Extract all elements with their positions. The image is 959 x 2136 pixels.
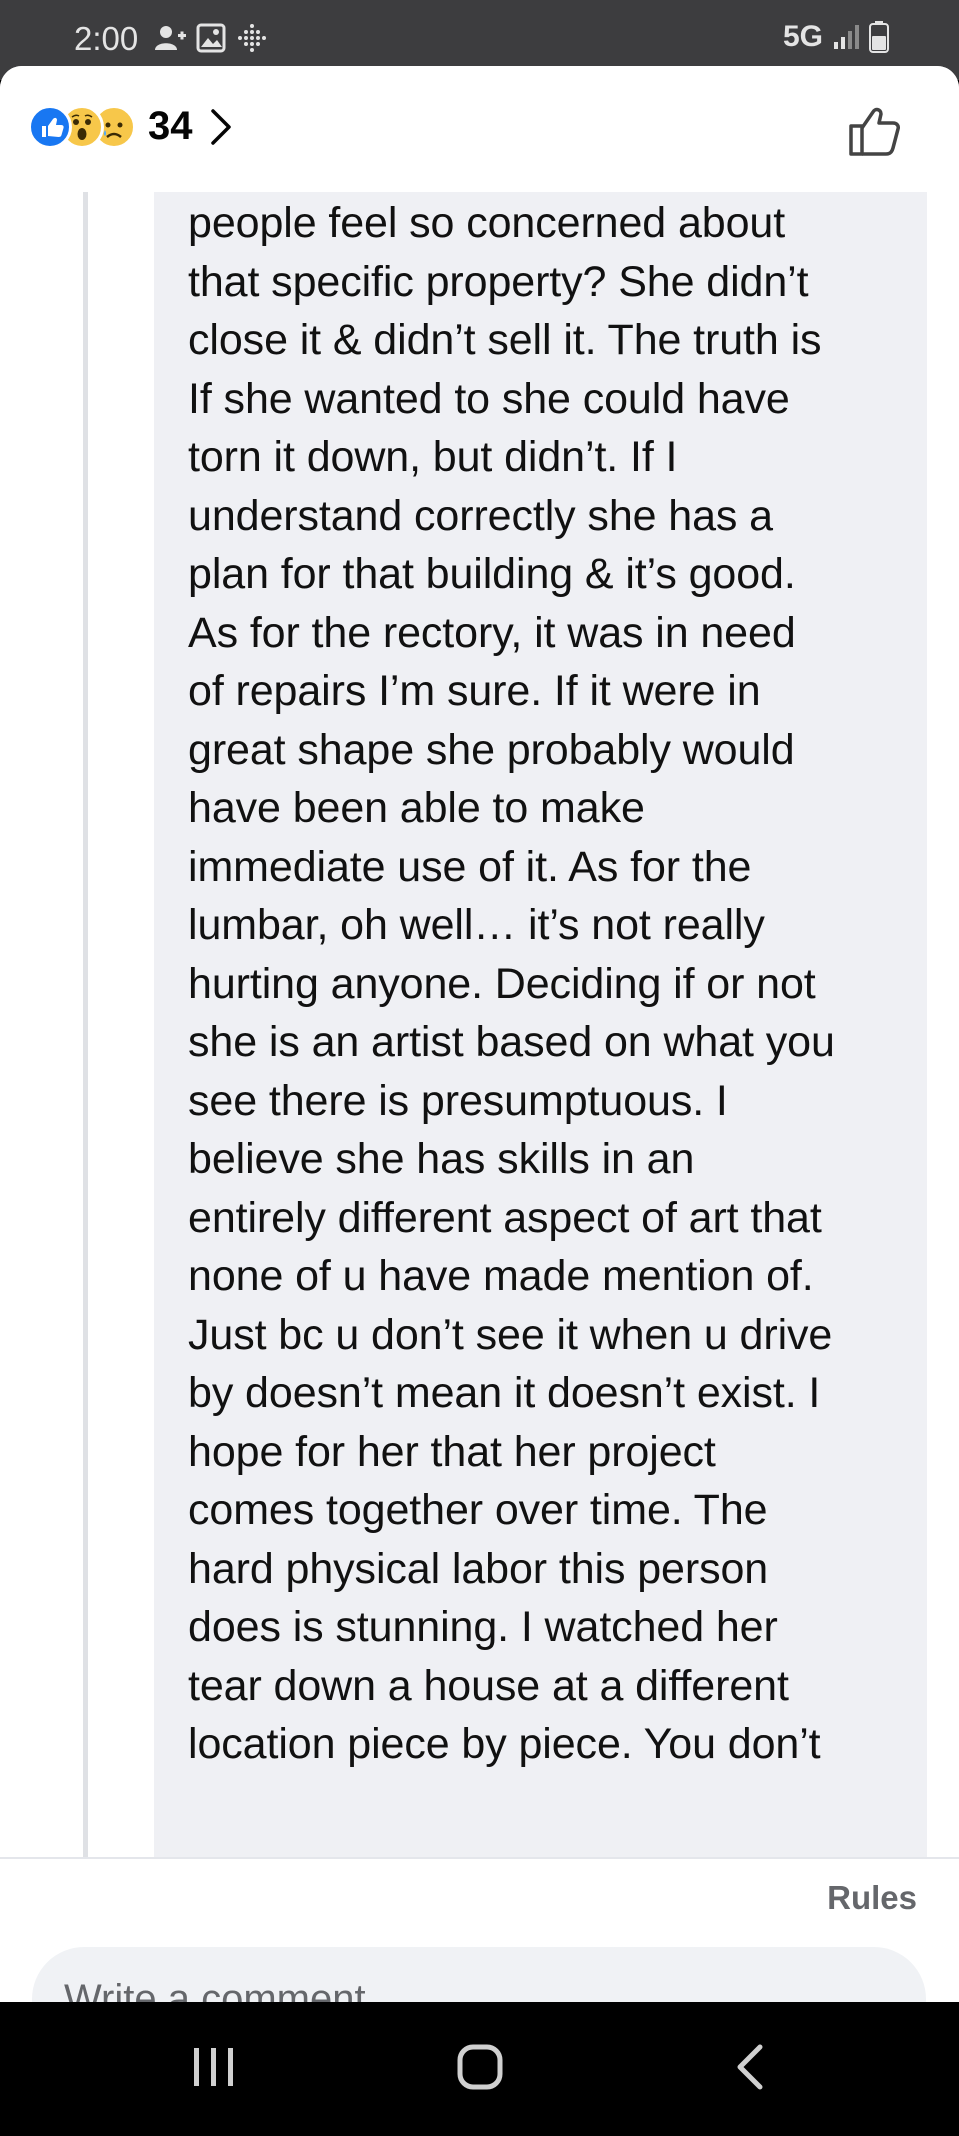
like-reaction-icon [28, 104, 72, 149]
comment-footer: Rules [0, 1857, 959, 2002]
dots-grid-icon [238, 24, 266, 52]
comment-line: immediate use of it. As for the [188, 842, 752, 891]
image-icon [196, 23, 226, 53]
comment-line: comes together over time. The [188, 1486, 768, 1534]
home-button[interactable] [400, 2002, 560, 2131]
comment-text: people feel so concerned about that spec… [188, 194, 835, 1774]
write-comment-input[interactable] [32, 1947, 926, 2002]
comment-line: tear down a house at a different [188, 1661, 789, 1710]
comment-line: lumbar, oh well… it’s not really [188, 901, 765, 949]
like-button-icon[interactable] [847, 100, 907, 160]
comment-line: torn it down, but didn’t. If I [188, 433, 678, 481]
comment-line: hard physical labor this person [188, 1544, 769, 1593]
home-icon [457, 2044, 503, 2090]
comment-line: entirely different aspect of art that [188, 1193, 822, 1242]
back-button[interactable] [670, 2002, 830, 2131]
comment-line: none of u have made mention of. [188, 1252, 814, 1300]
chevron-right-icon [210, 108, 231, 145]
comment-line: see there is presumptuous. I [188, 1076, 728, 1125]
rules-link[interactable]: Rules [827, 1879, 917, 1917]
comment-line: close it & didn’t sell it. The truth is [188, 316, 822, 364]
comments-sheet: 34 people feel so concerned about that s… [0, 66, 959, 2002]
comment-line: believe she has skills in an [188, 1135, 695, 1183]
status-time: 2:00 [74, 20, 139, 57]
comment-line: location piece by piece. You don’t [188, 1720, 821, 1768]
comment-line: hope for her that her project [188, 1427, 716, 1476]
comment-line: If she wanted to she could have [188, 374, 790, 423]
person-add-icon [155, 26, 186, 50]
comment-line: understand correctly she has a [188, 491, 773, 540]
signal-icon [834, 25, 859, 49]
comment-line: people feel so concerned about [188, 199, 786, 247]
comment-line: great shape she probably would [188, 725, 795, 774]
reply-thread-line [83, 192, 88, 1857]
reaction-count: 34 [148, 104, 193, 148]
network-type: 5G [782, 20, 823, 53]
navigation-bar [0, 2002, 959, 2131]
reactions-summary[interactable]: 34 [28, 104, 233, 149]
comment-line: Just bc u don’t see it when u drive [188, 1310, 833, 1359]
battery-icon [869, 21, 889, 53]
recent-apps-button[interactable] [134, 2002, 294, 2131]
status-notification-icons [154, 22, 268, 54]
comment-line: hurting anyone. Deciding if or not [188, 959, 816, 1008]
comment-line: she is an artist based on what you [188, 1018, 835, 1066]
comment-line: does is stunning. I watched her [188, 1603, 778, 1651]
comment-line: that specific property? She didn’t [188, 257, 809, 306]
sheet-header: 34 [0, 66, 959, 192]
comment-line: plan for that building & it’s good. [188, 550, 796, 598]
comment-bubble[interactable]: people feel so concerned about that spec… [154, 192, 927, 1857]
comment-line: have been able to make [188, 784, 645, 832]
recent-apps-icon [194, 2048, 233, 2086]
comment-line: by doesn’t mean it doesn’t exist. I [188, 1369, 821, 1417]
back-icon [737, 2044, 763, 2090]
comment-line: As for the rectory, it was in need [188, 608, 796, 657]
comment-line: of repairs I’m sure. If it were in [188, 667, 761, 715]
status-system-icons: 5G [783, 20, 889, 54]
